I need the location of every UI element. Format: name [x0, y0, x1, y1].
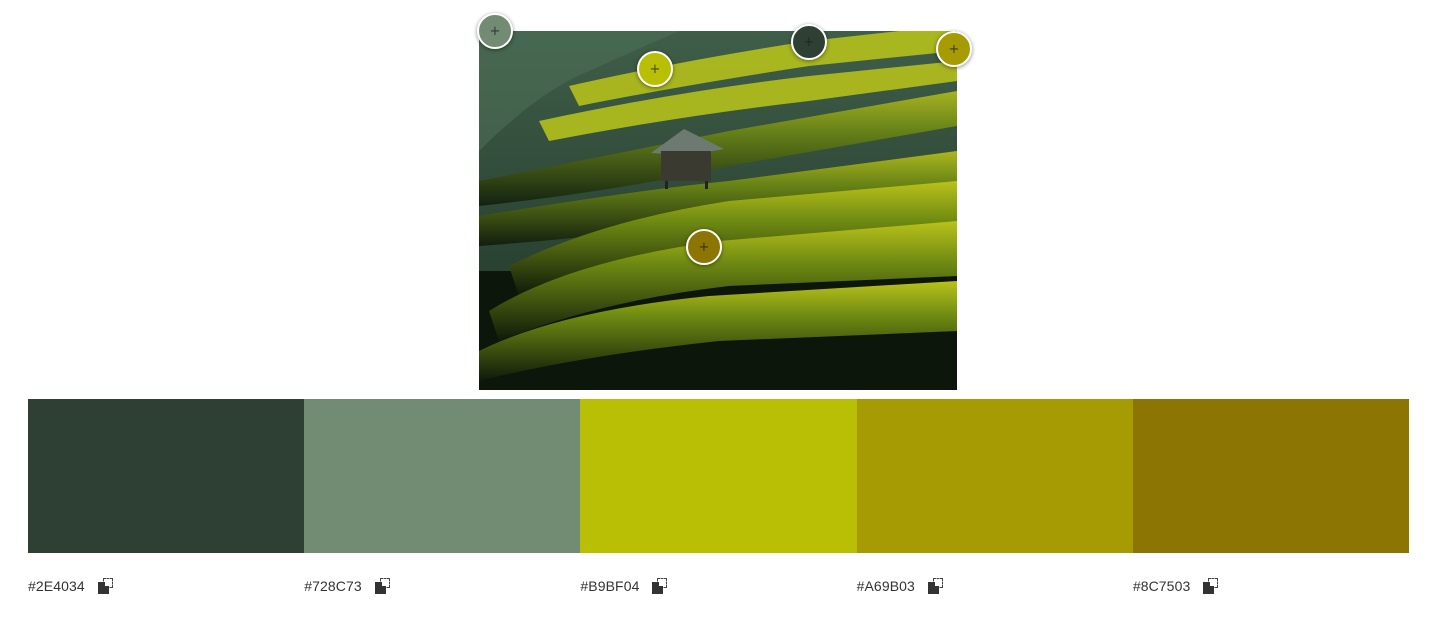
palette-swatches	[28, 399, 1410, 553]
hex-code[interactable]: #A69B03	[857, 578, 915, 594]
picker-3[interactable]: +	[791, 24, 827, 60]
plus-icon: +	[649, 61, 661, 77]
code-cell: #2E4034	[28, 574, 304, 598]
swatch-3[interactable]	[580, 399, 857, 553]
picker-4[interactable]: +	[936, 31, 972, 67]
picker-2[interactable]: +	[637, 51, 673, 87]
picker-1[interactable]: +	[477, 13, 513, 49]
copy-icon[interactable]	[97, 577, 115, 595]
code-cell: #8C7503	[1133, 574, 1409, 598]
hex-code[interactable]: #8C7503	[1133, 578, 1191, 594]
plus-icon: +	[803, 34, 815, 50]
code-cell: #A69B03	[857, 574, 1133, 598]
swatch-2[interactable]	[304, 399, 581, 553]
swatch-4[interactable]	[856, 399, 1133, 553]
code-cell: #B9BF04	[580, 574, 856, 598]
swatch-1[interactable]	[28, 399, 305, 553]
copy-icon[interactable]	[374, 577, 392, 595]
copy-icon[interactable]	[1202, 577, 1220, 595]
hex-code[interactable]: #728C73	[304, 578, 362, 594]
hex-code[interactable]: #2E4034	[28, 578, 85, 594]
plus-icon: +	[698, 239, 710, 255]
rice-terrace-photo	[479, 31, 957, 390]
palette-codes: #2E4034 #728C73 #B9BF04 #A69B03 #8C7503	[28, 574, 1409, 598]
plus-icon: +	[948, 41, 960, 57]
picker-5[interactable]: +	[686, 229, 722, 265]
copy-icon[interactable]	[927, 577, 945, 595]
plus-icon: +	[489, 23, 501, 39]
swatch-5[interactable]	[1132, 399, 1410, 553]
copy-icon[interactable]	[651, 577, 669, 595]
code-cell: #728C73	[304, 574, 580, 598]
source-photo	[479, 31, 957, 390]
hex-code[interactable]: #B9BF04	[580, 578, 639, 594]
